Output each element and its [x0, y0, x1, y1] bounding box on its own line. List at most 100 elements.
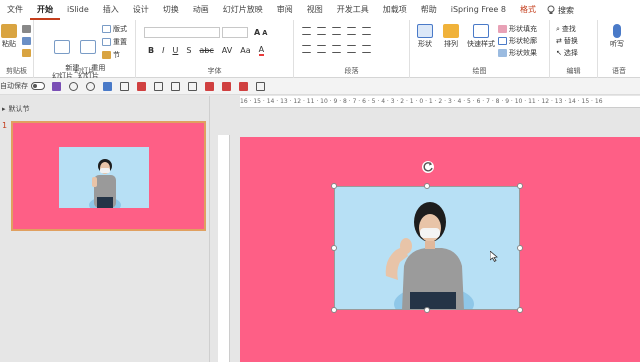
start-slideshow-icon[interactable]	[103, 81, 112, 91]
increase-indent-icon[interactable]	[347, 27, 356, 35]
bullets-icon[interactable]	[302, 27, 311, 35]
quick-access-toolbar: 自动保存	[0, 78, 640, 95]
shape-effects-icon	[498, 49, 507, 57]
grow-font-button[interactable]: AA	[254, 28, 267, 37]
shadow-button[interactable]: S	[186, 46, 191, 55]
tab-home[interactable]: 开始	[30, 0, 60, 20]
resize-handle-bottom[interactable]	[424, 307, 430, 313]
slides-group-label: 幻灯片	[74, 67, 95, 75]
editing-group: ⌕ 查找 ⇄ 替换 ↖ 选择 编辑	[550, 20, 598, 78]
quick-styles-button[interactable]: 快速样式	[466, 24, 496, 48]
tab-insert[interactable]: 插入	[96, 0, 126, 20]
redo-icon[interactable]	[86, 81, 95, 91]
distribute-icon[interactable]	[188, 81, 197, 91]
shape-fill-qat-icon[interactable]	[137, 81, 146, 91]
tab-addins[interactable]: 加载项	[376, 0, 414, 20]
section-button[interactable]: 节	[102, 50, 120, 60]
resize-handle-left[interactable]	[331, 245, 337, 251]
insert-picture-icon[interactable]	[205, 81, 214, 91]
copy-icon[interactable]	[22, 37, 31, 45]
search-box[interactable]: 搜索	[547, 5, 574, 16]
dictate-label: 听写	[610, 40, 624, 48]
selection-frame	[334, 186, 520, 310]
font-color-button[interactable]: A	[258, 45, 265, 56]
resize-handle-bottom-right[interactable]	[517, 307, 523, 313]
insert-chart-icon[interactable]	[222, 81, 231, 91]
reset-label: 重置	[113, 38, 127, 46]
underline-button[interactable]: U	[172, 46, 178, 55]
rotate-handle-icon[interactable]	[421, 160, 435, 174]
find-button[interactable]: ⌕ 查找	[556, 24, 576, 34]
align-icon[interactable]	[154, 81, 163, 91]
italic-button[interactable]: I	[162, 46, 164, 55]
char-spacing-button[interactable]: AV	[222, 46, 232, 55]
cut-icon[interactable]	[22, 25, 31, 33]
change-case-button[interactable]: Aa	[240, 46, 250, 55]
more-commands-icon[interactable]	[256, 81, 265, 91]
font-name-combo[interactable]	[144, 27, 220, 38]
shape-outline-button[interactable]: 形状轮廓	[498, 36, 537, 46]
arrange-button[interactable]: 排列	[442, 24, 460, 48]
align-left-icon[interactable]	[302, 45, 311, 53]
resize-handle-right[interactable]	[517, 245, 523, 251]
justify-icon[interactable]	[347, 45, 356, 53]
font-size-combo[interactable]	[222, 27, 248, 38]
tab-file[interactable]: 文件	[0, 0, 30, 20]
drawing-group-label: 绘图	[472, 67, 487, 75]
numbering-icon[interactable]	[317, 27, 326, 35]
drawing-group: 形状 排列 快速样式 形状填充 形状轮廓 形状效果 绘图	[410, 20, 550, 78]
resize-handle-top-right[interactable]	[517, 183, 523, 189]
align-right-icon[interactable]	[332, 45, 341, 53]
section-header[interactable]: ▸ 默认节	[2, 104, 30, 114]
tab-islide[interactable]: iSlide	[60, 0, 96, 20]
layout-icon	[102, 25, 111, 33]
paste-button[interactable]: 粘贴	[1, 24, 17, 48]
group-icon[interactable]	[171, 81, 180, 91]
horizontal-ruler: 16 · 15 · 14 · 13 · 12 · 11 · 10 · 9 · 8…	[240, 96, 640, 108]
strikethrough-button[interactable]: abc	[199, 46, 213, 55]
ribbon: 粘贴 剪贴板 新建 幻灯片 重用 幻灯片 版式 重置 节 幻灯片 A A B I…	[0, 20, 640, 80]
select-button[interactable]: ↖ 选择	[556, 48, 578, 58]
resize-handle-top-left[interactable]	[331, 183, 337, 189]
tab-animations[interactable]: 动画	[186, 0, 216, 20]
shape-effects-button[interactable]: 形状效果	[498, 48, 537, 58]
vertical-ruler	[218, 135, 230, 362]
shape-fill-button[interactable]: 形状填充	[498, 24, 537, 34]
tab-format[interactable]: 格式	[513, 0, 543, 20]
tab-design[interactable]: 设计	[126, 0, 156, 20]
replace-button[interactable]: ⇄ 替换	[556, 36, 578, 46]
align-center-icon[interactable]	[317, 45, 326, 53]
bold-button[interactable]: B	[148, 46, 154, 55]
shapes-label: 形状	[418, 40, 432, 48]
undo-icon[interactable]	[69, 81, 78, 91]
dictate-button[interactable]: 听写	[606, 24, 628, 48]
tab-ispring[interactable]: iSpring Free 8	[444, 0, 513, 20]
tab-view[interactable]: 视图	[300, 0, 330, 20]
clipboard-group: 粘贴 剪贴板	[0, 20, 34, 78]
paste-label: 粘贴	[2, 40, 16, 48]
tab-developer[interactable]: 开发工具	[330, 0, 376, 20]
find-icon: ⌕	[556, 24, 560, 33]
insert-smartart-icon[interactable]	[239, 81, 248, 91]
resize-handle-bottom-left[interactable]	[331, 307, 337, 313]
line-spacing-icon[interactable]	[362, 27, 371, 35]
decrease-indent-icon[interactable]	[332, 27, 341, 35]
shapes-button[interactable]: 形状	[416, 24, 434, 48]
tab-help[interactable]: 帮助	[414, 0, 444, 20]
tab-slideshow[interactable]: 幻灯片放映	[216, 0, 270, 20]
shape-outline-label: 形状轮廓	[509, 37, 537, 45]
table-icon[interactable]	[120, 81, 129, 91]
resize-handle-top[interactable]	[424, 183, 430, 189]
layout-button[interactable]: 版式	[102, 24, 127, 34]
tab-transitions[interactable]: 切换	[156, 0, 186, 20]
slide-thumbnail[interactable]	[11, 121, 206, 231]
paragraph-group: 段落	[294, 20, 410, 78]
autosave-toggle[interactable]	[31, 82, 45, 90]
microphone-icon	[613, 24, 621, 38]
paste-icon	[1, 24, 17, 38]
tab-review[interactable]: 审阅	[270, 0, 300, 20]
save-icon[interactable]	[52, 81, 61, 91]
reset-button[interactable]: 重置	[102, 37, 127, 47]
format-painter-icon[interactable]	[22, 49, 31, 57]
columns-icon[interactable]	[362, 45, 371, 53]
